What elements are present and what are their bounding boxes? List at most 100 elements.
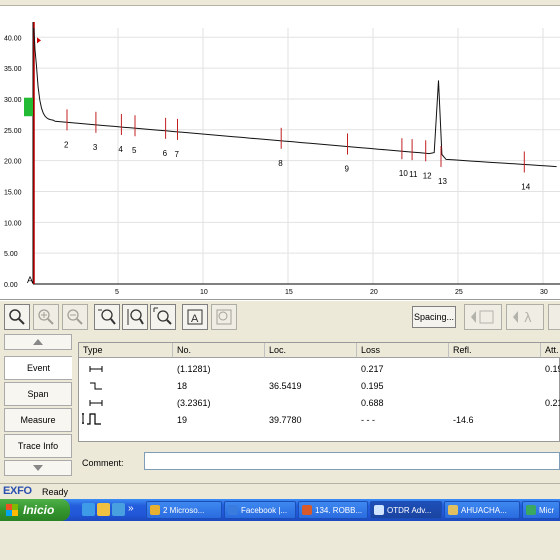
marker-a-handle — [37, 37, 41, 44]
windows-taskbar: Inicio » 2 Microso... Facebook |... 134.… — [0, 499, 560, 521]
trace-chart[interactable]: 40.00 35.00 30.00 25.00 20.00 15.00 10.00 5.00 0… — [0, 6, 560, 300]
desktop-area — [0, 521, 560, 560]
event-table[interactable]: Type No. Loc. Loss Refl. Att. (1.1281) 0… — [78, 342, 560, 442]
cell-att: 0.19 — [545, 364, 560, 374]
x-tick-label: 15 — [285, 289, 293, 296]
quicklaunch-more-icon[interactable]: » — [128, 503, 134, 514]
taskbar-button-microsoft[interactable]: 2 Microso... — [146, 501, 222, 519]
spacing-button[interactable]: Spacing... — [412, 306, 456, 328]
x-tick-label: 10 — [200, 289, 208, 296]
y-tick-label: 35.00 — [4, 66, 22, 73]
wavelength-button[interactable]: λ — [506, 304, 544, 330]
y-tick-label: 30.00 — [4, 97, 22, 104]
cell-loc: 39.7780 — [269, 415, 302, 425]
cell-no: (1.1281) — [177, 364, 211, 374]
column-header-loc[interactable]: Loc. — [265, 343, 357, 358]
marker-a-button[interactable]: A — [182, 304, 208, 330]
event-label: 14 — [521, 182, 530, 191]
cell-no: (3.2361) — [177, 398, 211, 408]
side-tabs: Event Span Measure Trace Info — [4, 334, 72, 478]
zoom-select-button[interactable] — [4, 304, 30, 330]
trace-plot[interactable]: 40.00 35.00 30.00 25.00 20.00 15.00 10.00 5.00 0… — [0, 6, 560, 300]
event-label: 6 — [163, 149, 168, 158]
taskbar-button-label: Facebook |... — [241, 505, 288, 515]
previous-arrow-icon — [471, 310, 494, 324]
tab-span[interactable]: Span — [4, 382, 72, 406]
x-tick-label: 30 — [540, 289, 548, 296]
zoom-fit-icon — [153, 307, 172, 325]
cell-loss: 0.688 — [361, 398, 384, 408]
column-header-refl[interactable]: Refl. — [449, 343, 541, 358]
marker-zoom-icon — [216, 309, 232, 325]
zoom-in-icon — [38, 309, 54, 325]
triangle-up-icon — [33, 339, 43, 345]
taskbar-button-label: 134. ROBB... — [315, 505, 363, 515]
svg-text:λ: λ — [524, 311, 532, 326]
folder-icon — [448, 505, 458, 515]
media-player-icon[interactable] — [112, 503, 125, 516]
cell-no: 19 — [177, 415, 188, 425]
previous-event-button[interactable] — [464, 304, 502, 330]
zoom-out-button[interactable] — [62, 304, 88, 330]
trace-line — [33, 27, 557, 168]
event-label: 4 — [118, 145, 123, 154]
cell-loss: 0.195 — [361, 381, 384, 391]
event-label: 5 — [132, 146, 137, 155]
taskbar-button-label: Micr — [539, 505, 555, 515]
taskbar-button-label: OTDR Adv... — [387, 505, 432, 515]
zoom-vertical-button[interactable] — [122, 304, 148, 330]
exfo-logo: EXFO — [3, 485, 32, 497]
column-header-att[interactable]: Att. — [541, 343, 560, 358]
marker-zoom-button[interactable] — [211, 304, 237, 330]
comment-label: Comment: — [82, 458, 124, 468]
lambda-icon: λ — [513, 311, 532, 326]
internet-explorer-icon[interactable] — [82, 503, 95, 516]
span-icon — [89, 366, 103, 372]
scroll-up-button[interactable] — [4, 334, 72, 350]
tab-event[interactable]: Event — [4, 356, 72, 380]
tab-trace-info[interactable]: Trace Info — [4, 434, 72, 458]
column-header-no[interactable]: No. — [173, 343, 265, 358]
event-label: 10 — [399, 169, 408, 178]
column-header-type[interactable]: Type — [79, 343, 173, 358]
column-header-loss[interactable]: Loss — [357, 343, 449, 358]
magnifier-icon — [9, 309, 25, 325]
scroll-down-button[interactable] — [4, 460, 72, 476]
cell-refl: -14.6 — [453, 415, 474, 425]
y-tick-label: 40.00 — [4, 35, 22, 42]
cell-no: 18 — [177, 381, 188, 391]
marker-a-label: A — [27, 275, 33, 285]
event-label: 12 — [423, 171, 432, 180]
trace-toolbar: A Spacing... λ — [0, 300, 560, 332]
outlook-icon[interactable] — [97, 503, 110, 516]
start-button[interactable]: Inicio — [0, 499, 70, 521]
taskbar-button-otdr[interactable]: OTDR Adv... — [370, 501, 442, 519]
comment-field[interactable] — [144, 452, 560, 470]
zoom-horizontal-button[interactable] — [94, 304, 120, 330]
tab-measure[interactable]: Measure — [4, 408, 72, 432]
status-text: Ready — [42, 487, 69, 497]
y-tick-label: 5.00 — [4, 251, 18, 258]
zoom-fit-button[interactable] — [150, 304, 176, 330]
level-marker — [24, 97, 33, 117]
event-label: 2 — [64, 140, 69, 149]
taskbar-button-facebook[interactable]: Facebook |... — [224, 501, 296, 519]
splice-icon — [90, 382, 102, 390]
zoom-in-button[interactable] — [33, 304, 59, 330]
player-icon — [302, 505, 312, 515]
cell-att: 0.21 — [545, 398, 560, 408]
marker-a-icon: A — [187, 309, 203, 325]
x-tick-label: 25 — [455, 289, 463, 296]
mail-icon — [150, 505, 160, 515]
end-icon — [82, 413, 101, 425]
taskbar-button-robb[interactable]: 134. ROBB... — [298, 501, 368, 519]
event-panel: Event Span Measure Trace Info Type No. L… — [0, 332, 560, 483]
taskbar-button-ahuacha[interactable]: AHUACHA... — [444, 501, 520, 519]
x-tick-label: 20 — [370, 289, 378, 296]
next-button[interactable] — [548, 304, 560, 330]
taskbar-button-micr[interactable]: Micr — [522, 501, 560, 519]
zoom-out-icon — [67, 309, 83, 325]
y-tick-label: 0.00 — [4, 282, 18, 289]
start-label: Inicio — [23, 503, 55, 517]
svg-text:A: A — [191, 313, 199, 325]
